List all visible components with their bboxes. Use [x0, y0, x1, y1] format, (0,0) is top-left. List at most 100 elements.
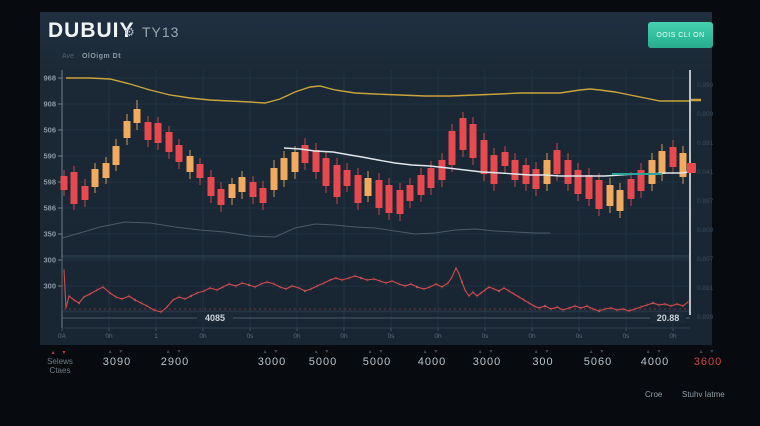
candle	[649, 160, 656, 184]
axis-annotation: 4085	[205, 313, 225, 323]
candle	[82, 186, 89, 200]
candle	[134, 109, 141, 123]
x-tick-label: 0s	[247, 333, 255, 340]
candle	[565, 160, 572, 184]
candle	[460, 118, 467, 150]
candle	[302, 145, 309, 163]
footer-stat: ▴ ▾2900	[143, 349, 207, 369]
left-axis-label: 300	[43, 282, 56, 291]
candle	[208, 177, 215, 196]
candle	[145, 122, 152, 140]
x-tick-label: 0s	[388, 333, 396, 340]
candle	[92, 169, 99, 187]
candle	[61, 176, 68, 190]
candle	[250, 182, 257, 197]
candle	[239, 177, 246, 192]
candle	[176, 145, 183, 162]
candle	[344, 170, 351, 186]
candle	[439, 160, 446, 180]
gray-band-line	[62, 222, 550, 238]
right-axis-label: 0.899	[697, 314, 714, 321]
footer-stat: ▴ ▾3000	[455, 349, 519, 369]
left-axis-label: 506	[43, 126, 56, 135]
stat-value: 2900	[143, 356, 207, 369]
x-tick-label: 0A	[58, 333, 67, 340]
stat-arrows-icon: ▴ ▾	[85, 349, 149, 356]
x-tick-label: 0h	[340, 333, 348, 340]
candle	[124, 121, 131, 138]
candle	[544, 160, 551, 184]
stat-arrows-icon: ▴ ▾	[455, 349, 519, 356]
footer-left-line2: Ctaes	[34, 366, 86, 375]
oscillator-line	[64, 267, 688, 314]
candle	[155, 123, 162, 143]
candle	[659, 151, 666, 174]
price-marker	[687, 163, 696, 173]
candle	[491, 155, 498, 184]
left-axis-label: 598	[43, 178, 56, 187]
candle	[607, 185, 614, 206]
left-axis-label: 586	[43, 204, 56, 213]
stat-arrows-icon: ▴ ▾	[676, 349, 740, 356]
candle	[586, 175, 593, 199]
right-axis-label: 0.890	[697, 82, 714, 89]
candle	[197, 164, 204, 178]
candle	[512, 160, 519, 180]
candle	[407, 185, 414, 201]
footer-link[interactable]: Stuhv Iatme	[682, 390, 725, 399]
left-axis-label: 350	[43, 230, 56, 239]
candle	[386, 185, 393, 213]
footer-stat: ▴ ▾3090	[85, 349, 149, 369]
stat-value: 3600	[676, 356, 740, 369]
candle	[376, 180, 383, 208]
candle	[323, 158, 330, 186]
footer-link[interactable]: Croe	[645, 390, 662, 399]
axis-annotation: 20.88	[657, 313, 680, 323]
right-axis-label: 0.809	[697, 227, 714, 234]
right-axis-label: 0.809	[697, 111, 714, 118]
cursor	[687, 70, 701, 315]
candle	[397, 190, 404, 214]
footer-left-line1: Selews	[34, 357, 86, 366]
x-tick-label: 0h	[199, 333, 207, 340]
x-tick-label: 0h	[669, 333, 677, 340]
candle	[313, 150, 320, 172]
stat-value: 3090	[85, 356, 149, 369]
candle	[470, 124, 477, 158]
arrow-up-icon: ▴	[52, 350, 58, 356]
candle	[71, 172, 78, 204]
right-axis-label: 0.891	[697, 285, 714, 292]
footer-stat: ▴ ▾3600	[676, 349, 740, 369]
candle	[670, 147, 677, 167]
stat-value: 3000	[455, 356, 519, 369]
candle	[187, 156, 194, 172]
stat-arrows-icon: ▴ ▾	[143, 349, 207, 356]
x-tick-label: 0s	[623, 333, 631, 340]
right-axis-label: 0.807	[697, 256, 714, 263]
x-tick-label: 0h	[293, 333, 301, 340]
candle	[334, 165, 341, 197]
right-axis-label: 0.041	[697, 169, 714, 176]
yellow-band-line	[66, 78, 690, 103]
candle	[575, 170, 582, 194]
candle	[260, 188, 267, 203]
candle	[281, 158, 288, 180]
arrow-down-icon: ▾	[62, 350, 68, 356]
candle	[449, 131, 456, 165]
candle	[271, 168, 278, 190]
candle	[617, 190, 624, 211]
stat-arrows-icon: ▴ ▾	[566, 349, 630, 356]
candle	[229, 184, 236, 198]
left-axis-label: 300	[43, 256, 56, 265]
candle	[218, 189, 225, 205]
candle	[628, 179, 635, 199]
footer-left-label: ▴ ▾ Selews Ctaes	[34, 349, 86, 375]
left-axis-label: 908	[43, 100, 56, 109]
candle	[113, 146, 120, 165]
x-tick-label: 0h	[528, 333, 536, 340]
candle	[292, 152, 299, 172]
candle	[103, 163, 110, 178]
candle	[428, 168, 435, 188]
candle	[481, 140, 488, 174]
candles	[61, 100, 687, 221]
